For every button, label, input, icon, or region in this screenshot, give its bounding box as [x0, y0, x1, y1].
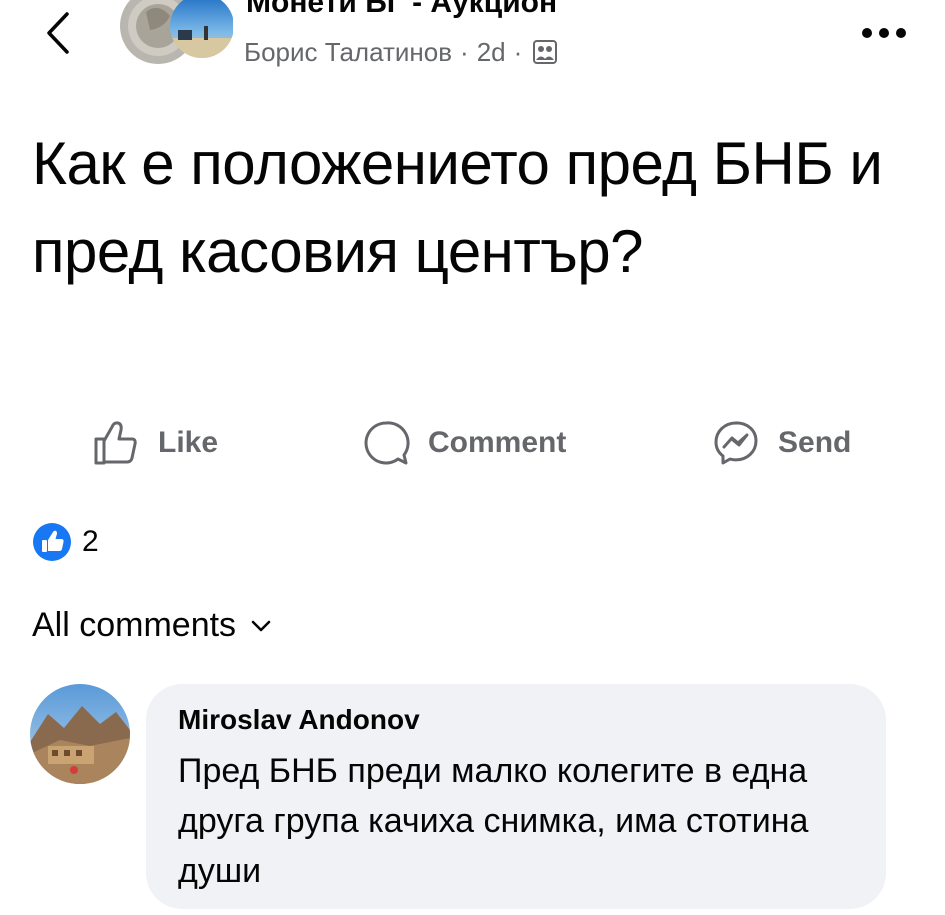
post-action-bar: Like Comment Send [0, 408, 945, 478]
like-button[interactable]: Like [92, 408, 218, 478]
more-options-button[interactable] [859, 18, 909, 48]
reactions-summary[interactable]: 2 [32, 522, 99, 562]
thumbs-up-icon [94, 421, 137, 465]
comments-filter-label: All comments [32, 606, 237, 644]
comments-filter-dropdown[interactable]: All comments [32, 606, 272, 645]
post-text: Как е положението пред БНБ и пред касови… [32, 130, 883, 285]
send-label: Send [778, 426, 852, 459]
author-name[interactable]: Борис Талатинов [244, 34, 452, 70]
meta-separator: · [513, 37, 523, 67]
comment-label: Comment [428, 426, 567, 459]
back-button[interactable] [38, 8, 78, 58]
like-reaction-icon [33, 523, 71, 561]
post-header: Монети БГ - Аукцион Борис Талатинов · 2d… [0, 0, 945, 90]
chevron-left-icon [47, 12, 69, 54]
reaction-count: 2 [82, 525, 99, 558]
more-dots-icon [862, 28, 906, 38]
group-avatar[interactable] [118, 0, 234, 70]
chevron-down-icon [251, 620, 271, 631]
group-icon [533, 40, 558, 64]
messenger-icon [714, 421, 758, 465]
comment-text: Пред БНБ преди малко колегите в една дру… [178, 752, 809, 890]
like-label: Like [158, 426, 219, 459]
post-time[interactable]: 2d [477, 34, 506, 70]
post-meta: Борис Талатинов · 2d · [244, 34, 558, 70]
send-button[interactable]: Send [712, 408, 851, 478]
comment-button[interactable]: Comment [362, 408, 566, 478]
commenter-avatar[interactable] [30, 684, 130, 784]
comment-bubble[interactable]: Miroslav Andonov Пред БНБ преди малко ко… [146, 684, 886, 909]
group-name[interactable]: Монети БГ - Аукцион [246, 0, 557, 20]
meta-separator: · [460, 37, 469, 67]
comment-bubble-icon [364, 421, 410, 465]
comment-author[interactable]: Miroslav Andonov [178, 704, 420, 736]
